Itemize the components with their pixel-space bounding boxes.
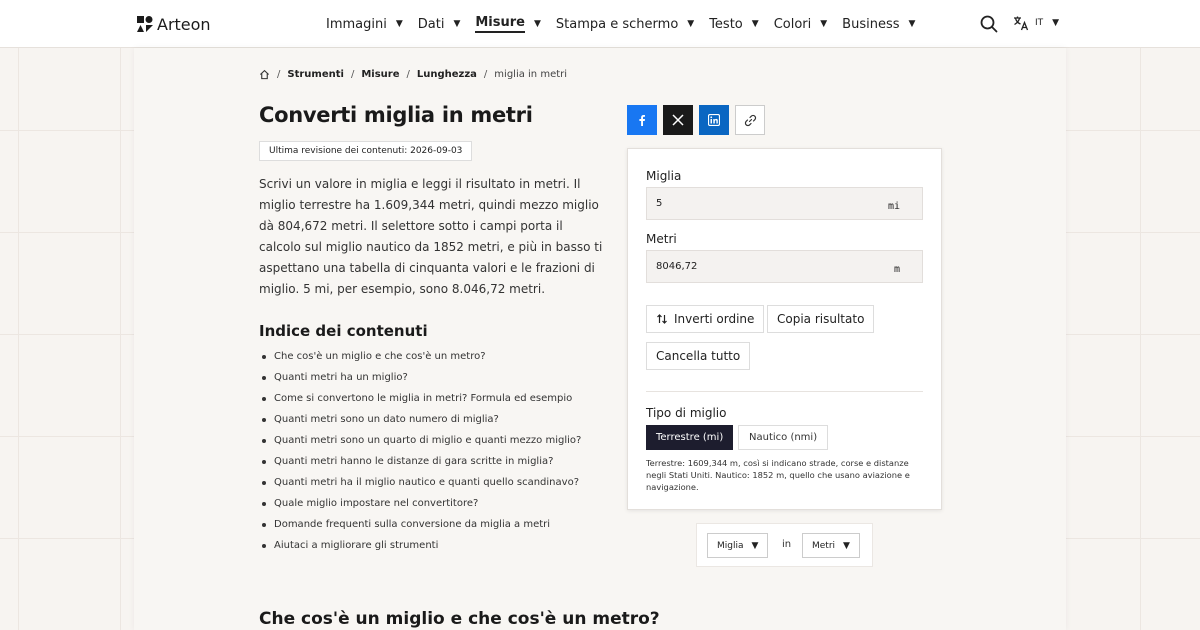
- x-icon: [672, 114, 684, 126]
- clear-all-button[interactable]: Cancella tutto: [646, 342, 751, 370]
- toc-link[interactable]: Domande frequenti sulla conversione da m…: [262, 517, 581, 538]
- miles-input[interactable]: [656, 198, 856, 209]
- breadcrumb-separator: /: [406, 69, 410, 80]
- clear-all-label: Cancella tutto: [656, 349, 741, 363]
- nav-item-business[interactable]: Business ▼: [842, 17, 915, 32]
- meters-field[interactable]: m: [646, 250, 923, 283]
- mile-type-label: Tipo di miglio: [646, 406, 727, 420]
- breadcrumb-separator: /: [483, 69, 488, 80]
- breadcrumb-separator: /: [277, 69, 281, 80]
- toc-link[interactable]: Quanti metri ha un miglio?: [262, 370, 581, 391]
- link-icon: [744, 114, 756, 126]
- breadcrumb-link-misure[interactable]: Misure: [361, 69, 399, 80]
- language-code: IT: [1035, 18, 1044, 28]
- nav-item-dati[interactable]: Dati ▼: [418, 17, 461, 32]
- nav-item-label: Business: [842, 16, 900, 32]
- meters-input[interactable]: [656, 261, 856, 272]
- caret-down-icon: ▼: [908, 19, 916, 29]
- intro-paragraph: Scrivi un valore in miglia e leggi il ri…: [259, 177, 603, 296]
- nav-item-label: Misure: [475, 15, 525, 33]
- share-x-button[interactable]: [663, 105, 693, 135]
- mile-type-note: Terrestre: 1609,344 m, così si indicano …: [646, 458, 910, 492]
- from-unit-value: Miglia: [717, 540, 744, 551]
- page-title: Converti miglia in metri: [259, 103, 533, 127]
- facebook-icon: [639, 115, 645, 126]
- breadcrumb-current: miglia in metri: [494, 69, 568, 80]
- nav-item-immagini[interactable]: Immagini ▼: [326, 17, 403, 32]
- swap-order-button[interactable]: Inverti ordine: [646, 305, 765, 333]
- breadcrumb-link-strumenti[interactable]: Strumenti: [287, 69, 344, 80]
- toc-link[interactable]: Quanti metri hanno le distanze di gara s…: [262, 454, 581, 475]
- nav-item-label: Testo: [709, 16, 743, 32]
- copy-result-button[interactable]: Copia risultato: [767, 305, 875, 333]
- revision-badge: Ultima revisione dei contenuti: 2026-09-…: [259, 141, 473, 161]
- nav-item-label: Colori: [773, 16, 812, 32]
- miles-field-label: Miglia: [646, 169, 682, 183]
- unit-picker: Miglia ▼ in Metri ▼: [696, 523, 873, 567]
- copy-result-label: Copia risultato: [777, 312, 865, 326]
- main-nav: Immagini ▼ Dati ▼ Misure ▼ Stampa e sche…: [326, 0, 930, 48]
- toc-link[interactable]: Come si convertono le miglia in metri? F…: [262, 391, 581, 412]
- share-buttons: [627, 105, 765, 135]
- toc-link[interactable]: Quale miglio impostare nel convertitore?: [262, 496, 581, 517]
- swap-arrows-icon: [657, 314, 667, 324]
- search-button[interactable]: [980, 15, 998, 33]
- top-navigation-bar: Arteon Immagini ▼ Dati ▼ Misure ▼ Stampa…: [0, 0, 1200, 48]
- logo-icon: [137, 16, 153, 32]
- home-icon[interactable]: [259, 69, 270, 80]
- section-heading: Che cos'è un miglio e che cos'è un metro…: [259, 609, 660, 629]
- meters-unit: m: [893, 264, 900, 275]
- caret-down-icon: ▼: [395, 19, 403, 29]
- nav-item-label: Dati: [417, 16, 445, 32]
- miles-unit: mi: [887, 201, 900, 212]
- nav-item-colori[interactable]: Colori ▼: [774, 17, 827, 32]
- nav-item-testo[interactable]: Testo ▼: [709, 17, 758, 32]
- breadcrumb-link-lunghezza[interactable]: Lunghezza: [417, 69, 477, 80]
- converter-divider: [646, 391, 923, 392]
- share-linkedin-button[interactable]: [699, 105, 729, 135]
- translate-icon: [1014, 16, 1029, 31]
- caret-down-icon: ▼: [1052, 18, 1060, 28]
- share-facebook-button[interactable]: [627, 105, 657, 135]
- caret-down-icon: ▼: [751, 19, 759, 29]
- mile-type-terrestre-option[interactable]: Terrestre (mi): [646, 425, 734, 450]
- from-unit-select[interactable]: Miglia ▼: [707, 533, 769, 558]
- nav-item-stampa-e-schermo[interactable]: Stampa e schermo ▼: [556, 17, 694, 32]
- converter-panel: Miglia mi Metri m Inverti ordine Copia r…: [627, 148, 942, 510]
- toc-link[interactable]: Quanti metri sono un dato numero di migl…: [262, 412, 581, 433]
- caret-down-icon: ▼: [820, 19, 828, 29]
- caret-down-icon: ▼: [687, 19, 695, 29]
- miles-field[interactable]: mi: [646, 187, 923, 220]
- toc-link[interactable]: Quanti metri sono un quarto di miglio e …: [262, 433, 581, 454]
- toc-title: Indice dei contenuti: [259, 322, 428, 340]
- caret-down-icon: ▼: [453, 19, 461, 29]
- brand-logo[interactable]: Arteon: [137, 13, 211, 35]
- unit-connector: in: [782, 539, 792, 550]
- toc-link[interactable]: Quanti metri ha il miglio nautico e quan…: [262, 475, 581, 496]
- table-of-contents: Che cos'è un miglio e che cos'è un metro…: [262, 349, 581, 559]
- caret-down-icon: ▼: [534, 19, 541, 29]
- swap-order-label: Inverti ordine: [674, 312, 755, 326]
- caret-down-icon: ▼: [843, 540, 850, 551]
- meters-field-label: Metri: [646, 232, 677, 246]
- caret-down-icon: ▼: [751, 540, 759, 551]
- to-unit-select[interactable]: Metri ▼: [802, 533, 860, 558]
- brand-name: Arteon: [157, 14, 211, 34]
- copy-link-button[interactable]: [735, 105, 765, 135]
- nav-item-label: Immagini: [326, 16, 387, 32]
- toc-link[interactable]: Che cos'è un miglio e che cos'è un metro…: [262, 349, 581, 370]
- mile-type-nautico-option[interactable]: Nautico (nmi): [738, 425, 829, 450]
- to-unit-value: Metri: [812, 540, 836, 551]
- breadcrumb: / Strumenti / Misure / Lunghezza / migli…: [259, 69, 567, 80]
- linkedin-icon: [708, 114, 720, 126]
- nav-item-label: Stampa e schermo: [555, 16, 679, 32]
- language-selector[interactable]: IT ▼: [1013, 15, 1059, 31]
- toc-link[interactable]: Aiutaci a migliorare gli strumenti: [262, 538, 581, 559]
- nav-item-misure[interactable]: Misure ▼: [475, 15, 541, 33]
- search-icon: [980, 15, 998, 33]
- breadcrumb-separator: /: [350, 69, 355, 80]
